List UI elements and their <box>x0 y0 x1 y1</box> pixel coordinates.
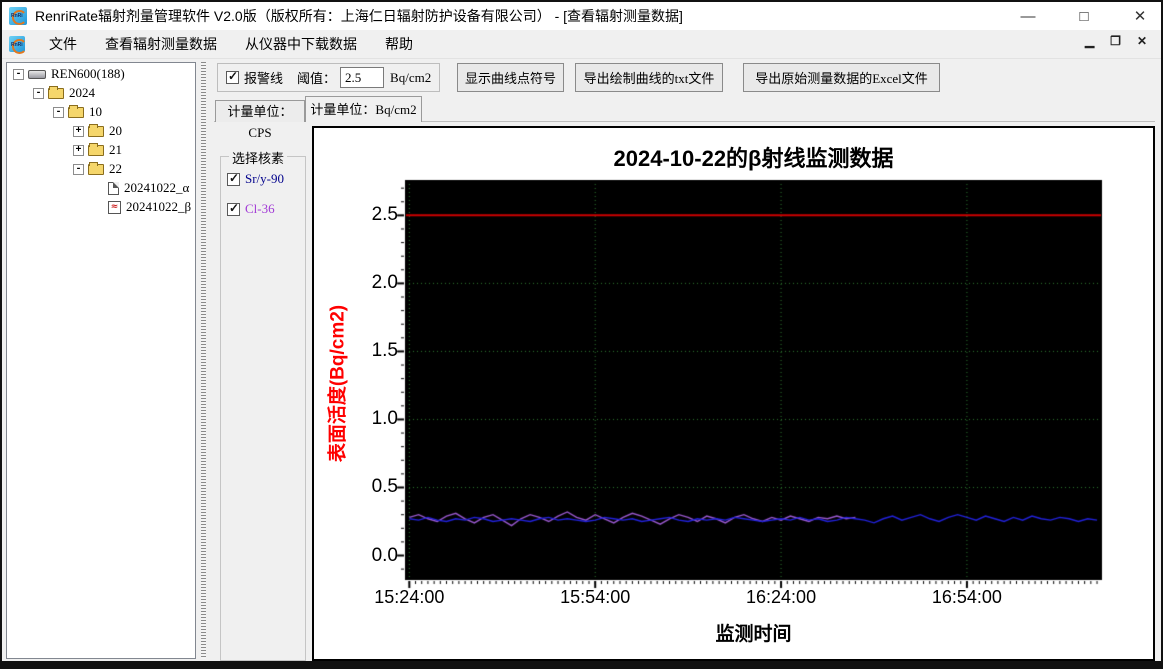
tree-item[interactable]: +20 <box>7 123 195 139</box>
device-tree[interactable]: - REN600(188) -2024-10 +20 +21-22 20241022_α ≈… <box>6 62 196 659</box>
main-content: - REN600(188) -2024-10 +20 +21-22 20241022_α ≈… <box>2 59 1161 661</box>
nuclide-label: Sr/y-90 <box>245 171 284 186</box>
alarm-line-label: 报警线 <box>244 71 284 86</box>
nuclide-checkbox[interactable] <box>227 201 240 216</box>
threshold-label: 阈值： <box>297 71 337 86</box>
mdi-child-button[interactable]: ▁ <box>1085 34 1094 48</box>
folder-icon <box>88 123 104 137</box>
menu-item[interactable]: 从仪器中下载数据 <box>231 30 371 58</box>
doc-icon <box>108 181 119 195</box>
menu-item[interactable]: 文件 <box>35 30 91 58</box>
mdi-child-button[interactable]: ✕ <box>1137 34 1147 48</box>
tab-active[interactable]: 计量单位：Bq/cm2 <box>305 96 422 122</box>
threshold-input[interactable] <box>340 67 385 88</box>
tree-expander-plus[interactable]: + <box>73 144 84 156</box>
tree-item-label: 20241022_β <box>126 199 192 214</box>
chart-panel: 2024-10-22的β射线监测数据 表面活度(Bq/cm2) 监测时间 0.0… <box>312 126 1155 661</box>
device-icon <box>28 69 46 79</box>
x-tick-label: 15:24:00 <box>374 587 445 607</box>
show-curve-points-button[interactable]: 显示曲线点符号 <box>457 63 564 92</box>
menu-item[interactable]: 帮助 <box>371 30 427 58</box>
tree-item[interactable]: ≈20241022_β <box>7 199 195 215</box>
menu-items: 文件 查看辐射测量数据 从仪器中下载数据 帮助 <box>35 30 427 58</box>
tree-item[interactable]: - REN600(188) <box>7 66 195 82</box>
nuclide-row: Cl-36 <box>227 201 305 217</box>
tree-item[interactable]: 20241022_α <box>7 180 195 196</box>
tree-item-label: 20 <box>109 123 122 138</box>
nuclide-selection-group: 选择核素 Sr/y-90 Cl-36 <box>220 148 306 661</box>
export-excel-button[interactable]: 导出原始测量数据的Excel文件 <box>743 63 940 92</box>
tree-item[interactable]: +21 <box>7 142 195 158</box>
splitter-handle[interactable] <box>199 62 208 659</box>
x-tick-label: 15:54:00 <box>560 587 631 607</box>
x-axis-label: 监测时间 <box>715 624 792 645</box>
app-window: RenriRate辐射剂量管理软件 V2.0版（版权所有：上海仁日辐射防护设备有… <box>0 0 1163 669</box>
app-icon <box>9 7 27 25</box>
folder-icon <box>68 104 84 118</box>
tree-item[interactable]: - 10 <box>7 104 195 120</box>
window-title: RenriRate辐射剂量管理软件 V2.0版（版权所有：上海仁日辐射防护设备有… <box>35 8 683 24</box>
alarm-line-group: 报警线 阈值： Bq/cm2 <box>217 63 440 92</box>
y-tick-label: 1.0 <box>371 408 398 430</box>
menu-bar: 文件查看辐射测量数据从仪器中下载数据帮助 <box>2 30 1161 59</box>
tree-item-label: 2024 <box>69 85 95 100</box>
y-tick-label: 2.0 <box>371 272 398 294</box>
tree-item-label: 20241022_α <box>124 180 190 195</box>
tab-inactive[interactable]: 计量单位：CPS <box>215 100 305 140</box>
y-tick-label: 2.5 <box>371 204 398 226</box>
alarm-line-checkbox[interactable] <box>226 69 239 84</box>
tree-expander-minus[interactable]: - <box>53 106 64 118</box>
minimize-button[interactable]: — <box>1017 8 1039 25</box>
nuclide-row: Sr/y-90 <box>227 171 305 187</box>
nuclide-checkbox[interactable] <box>227 171 240 186</box>
y-tick-label: 1.5 <box>371 340 398 362</box>
tree-expander-plus[interactable]: + <box>73 125 84 137</box>
tree-item-label: REN600(188) <box>51 66 125 81</box>
mdi-child-controls: ▁ ❐ ✕ <box>1085 34 1147 48</box>
tree-item-label: 10 <box>89 104 102 119</box>
menu-item[interactable]: 查看辐射测量数据 <box>91 30 231 58</box>
chartdoc-icon: ≈ <box>108 200 121 214</box>
y-tick-label: 0.0 <box>371 544 398 566</box>
x-tick-label: 16:24:00 <box>746 587 817 607</box>
tree-item[interactable]: - 2024 <box>7 85 195 101</box>
mdi-child-button[interactable]: ❐ <box>1110 34 1121 48</box>
tree-item-label: 22 <box>109 161 122 176</box>
close-button[interactable]: ✕ <box>1129 7 1151 25</box>
maximize-button[interactable]: □ <box>1073 8 1095 25</box>
threshold-unit-label: Bq/cm2 <box>390 69 432 85</box>
tree-item-label: 21 <box>109 142 122 157</box>
folder-icon <box>48 85 64 99</box>
document-icon <box>9 36 27 54</box>
tree-expander-minus[interactable]: - <box>73 163 84 175</box>
tree-expander-minus[interactable]: - <box>33 87 44 99</box>
folder-icon <box>88 142 104 156</box>
nuclide-group-title: 选择核素 <box>229 148 288 167</box>
title-bar: RenriRate辐射剂量管理软件 V2.0版（版权所有：上海仁日辐射防护设备有… <box>2 2 1161 30</box>
export-txt-button[interactable]: 导出绘制曲线的txt文件 <box>575 63 723 92</box>
tree-item[interactable]: - 22 <box>7 161 195 177</box>
chart-title: 2024-10-22的β射线监测数据 <box>613 146 894 171</box>
tree-expander-minus[interactable]: - <box>13 68 24 80</box>
x-tick-label: 16:54:00 <box>931 587 1002 607</box>
folder-icon <box>88 161 104 175</box>
y-tick-label: 0.5 <box>371 476 398 498</box>
nuclide-label: Cl-36 <box>245 201 275 216</box>
chart-canvas <box>314 128 1153 659</box>
